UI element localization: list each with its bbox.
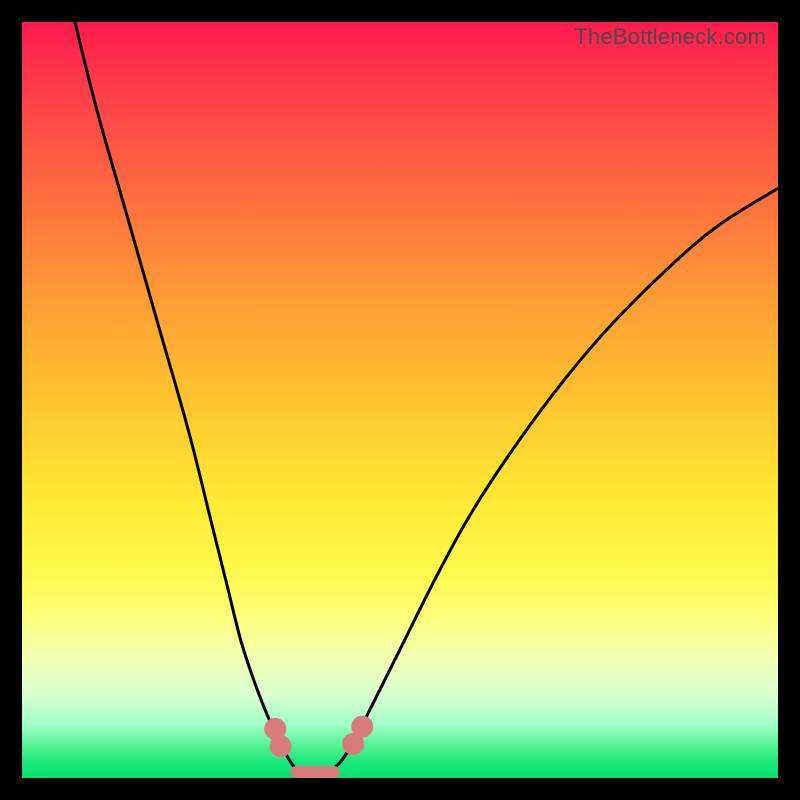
plot-svg	[22, 22, 778, 778]
marker-group	[264, 716, 373, 778]
watermark-text: TheBottleneck.com	[574, 24, 766, 50]
marker-right-1	[351, 716, 373, 738]
right-curve	[324, 188, 778, 774]
valley-bar	[290, 766, 339, 778]
marker-left-1	[270, 735, 292, 757]
left-curve	[75, 22, 302, 774]
chart-frame: TheBottleneck.com	[22, 22, 778, 778]
